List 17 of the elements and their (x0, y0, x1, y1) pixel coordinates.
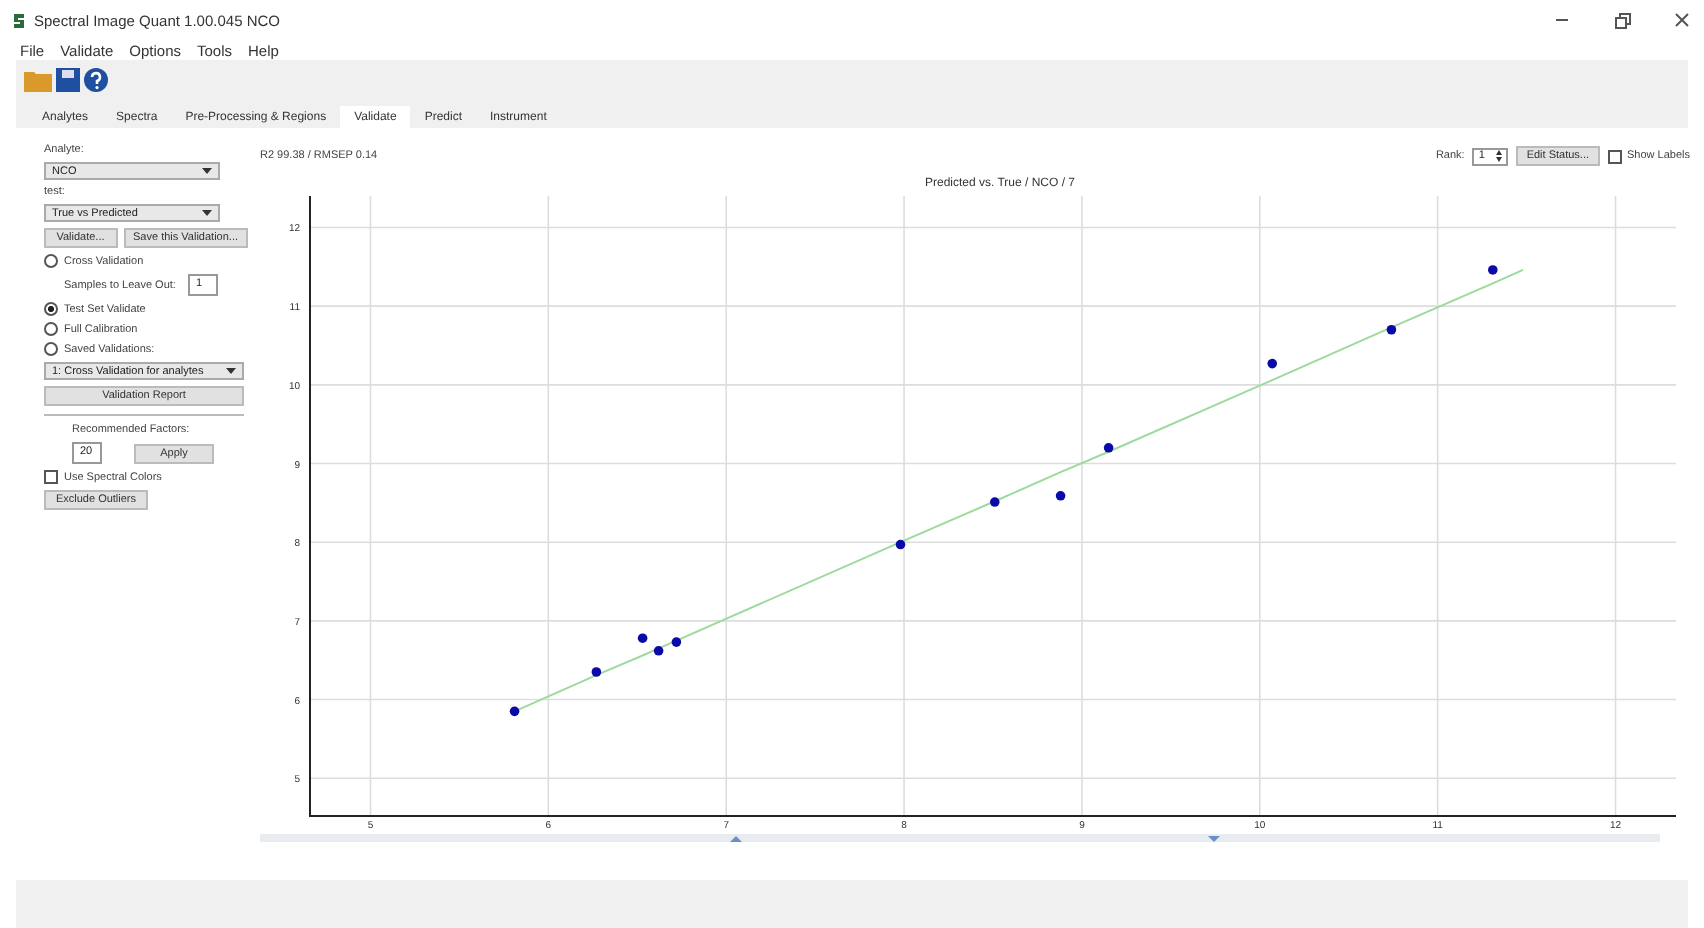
save-icon[interactable] (56, 68, 80, 92)
dropdown-arrow-icon (202, 168, 212, 174)
radio-button[interactable] (44, 254, 58, 268)
radio-button[interactable] (44, 302, 58, 316)
dropdown-arrow-icon (202, 210, 212, 216)
checkbox[interactable] (44, 470, 58, 484)
spin-arrows-icon[interactable] (1496, 150, 1503, 162)
dropdown-arrow-icon (226, 368, 236, 374)
help-icon[interactable] (84, 68, 108, 92)
checkbox[interactable] (1607, 149, 1621, 163)
radio-button[interactable] (44, 322, 58, 336)
radio-button[interactable] (44, 342, 58, 356)
app-logo-icon (12, 11, 26, 29)
restore-icon[interactable] (1612, 10, 1632, 30)
close-icon[interactable] (1672, 10, 1692, 30)
scroll-marker-icon[interactable] (1208, 836, 1220, 842)
scroll-marker-icon[interactable] (730, 836, 742, 842)
